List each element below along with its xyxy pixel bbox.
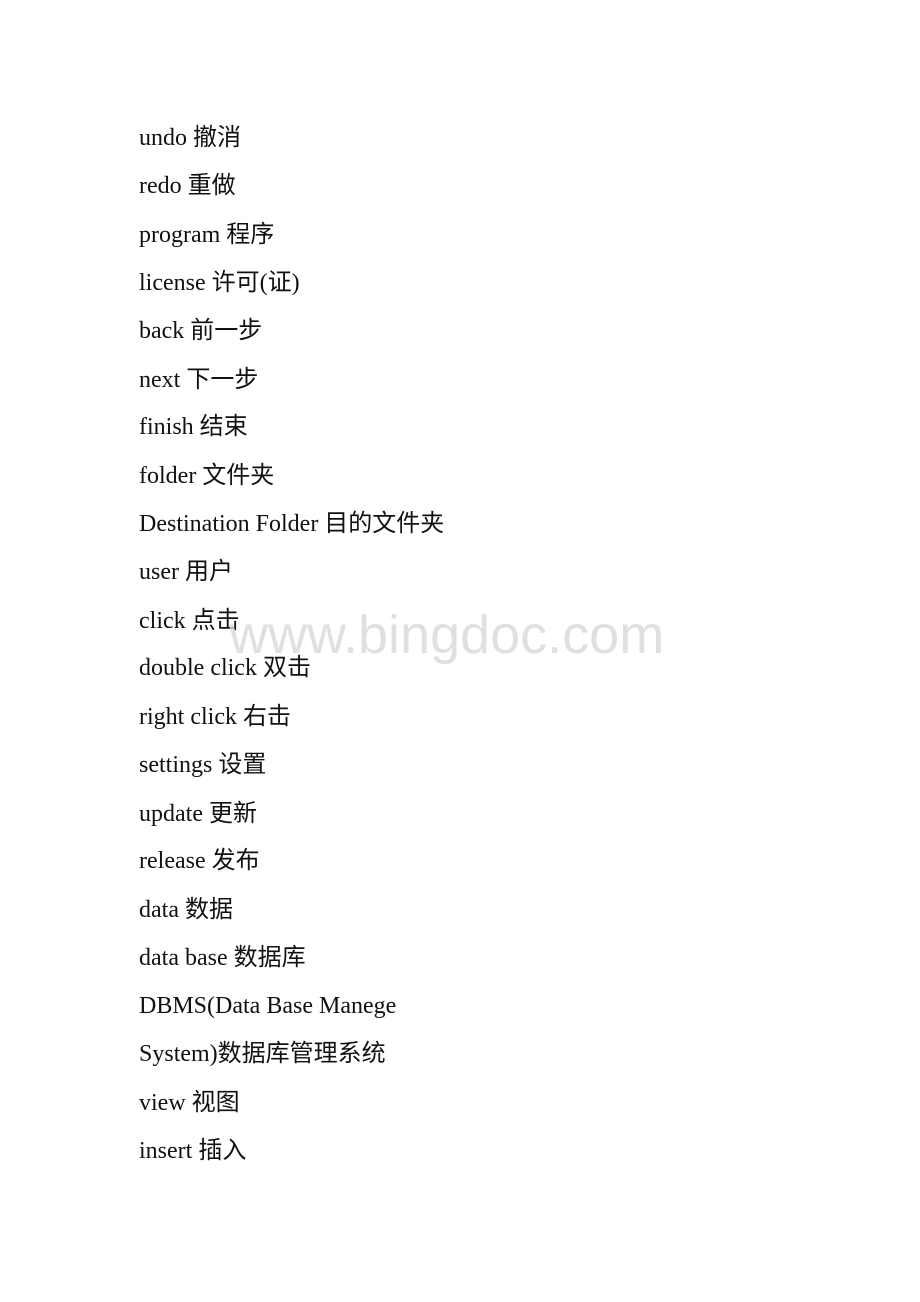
text-line: undo 撤消 — [139, 125, 241, 151]
text-line: program 程序 — [139, 222, 275, 248]
text-line: data 数据 — [139, 897, 233, 923]
text-line: settings 设置 — [139, 752, 267, 778]
text-line: release 发布 — [139, 848, 260, 874]
document-page: undo 撤消 redo 重做 program 程序 license 许可(证)… — [0, 0, 920, 1302]
text-line: folder 文件夹 — [139, 463, 275, 489]
text-line: insert 插入 — [139, 1138, 247, 1164]
text-line: double click 双击 — [139, 655, 311, 681]
text-line: finish 结束 — [139, 414, 248, 440]
text-line: DBMS(Data Base Manege — [139, 993, 397, 1019]
text-line: right click 右击 — [139, 704, 291, 730]
text-line: Destination Folder 目的文件夹 — [139, 511, 445, 537]
text-line: user 用户 — [139, 559, 233, 585]
text-line: license 许可(证) — [139, 270, 300, 296]
text-line: next 下一步 — [139, 367, 259, 393]
text-line: data base 数据库 — [139, 945, 306, 971]
text-line: click 点击 — [139, 608, 240, 634]
text-line: view 视图 — [139, 1090, 240, 1116]
text-line: System)数据库管理系统 — [139, 1041, 386, 1067]
text-line: redo 重做 — [139, 173, 236, 199]
text-line: update 更新 — [139, 801, 257, 827]
text-line: back 前一步 — [139, 318, 263, 344]
